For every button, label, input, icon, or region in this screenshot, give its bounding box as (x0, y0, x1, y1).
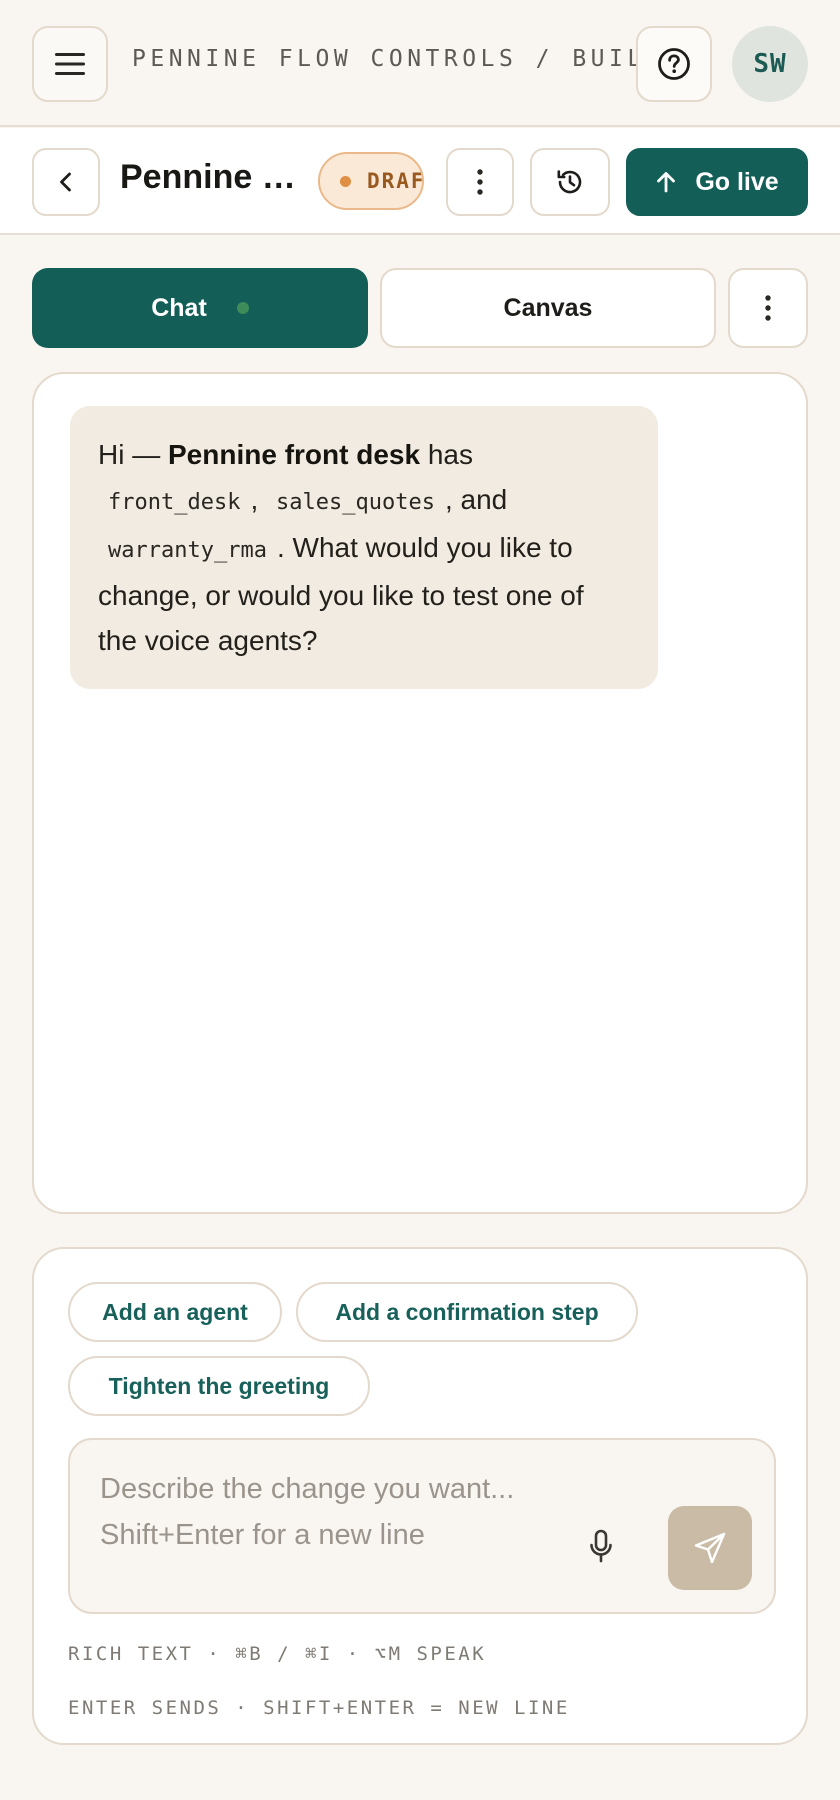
send-button[interactable] (668, 1506, 752, 1590)
active-indicator-dot (236, 302, 249, 314)
suggestion-tighten-greeting[interactable]: Tighten the greeting (68, 1356, 370, 1416)
back-button[interactable] (32, 148, 100, 216)
chat-panel[interactable]: Hi — Pennine front desk has front_desk , … (32, 372, 808, 1214)
input-placeholder: Describe the change you want... Shift+En… (100, 1466, 570, 1558)
go-live-label: Go live (695, 167, 779, 196)
tabs-more-button[interactable] (728, 268, 808, 348)
tab-canvas-label: Canvas (503, 293, 593, 322)
go-live-button[interactable]: Go live (626, 148, 808, 216)
menu-button[interactable] (32, 26, 108, 102)
message-text: has (420, 439, 473, 470)
chevron-left-icon (60, 172, 71, 192)
composer: Add an agent Add a confirmation step Tig… (32, 1247, 808, 1745)
flow-header: Pennine front desk DRAFT Go live (0, 128, 840, 235)
help-circle-icon (658, 48, 690, 80)
placeholder-line-2: Shift+Enter for a new line (100, 1519, 425, 1551)
tab-chat[interactable]: Chat (32, 268, 368, 348)
status-label: DRAFT (367, 169, 422, 193)
shortcut-hint-send: ENTER SENDS · SHIFT+ENTER = NEW LINE (68, 1697, 570, 1719)
hamburger-menu-icon (55, 53, 85, 75)
microphone-icon (590, 1529, 612, 1563)
tab-canvas[interactable]: Canvas (380, 268, 716, 348)
send-icon (694, 1532, 726, 1564)
message-text: , (250, 484, 259, 515)
top-bar: PENNINE FLOW CONTROLS / BUILD SW (0, 0, 840, 127)
flow-more-button[interactable] (446, 148, 514, 216)
avatar[interactable]: SW (732, 26, 808, 102)
assistant-message: Hi — Pennine front desk has front_desk , … (70, 406, 658, 689)
help-button[interactable] (636, 26, 712, 102)
tab-chat-label: Chat (151, 293, 207, 322)
message-input[interactable]: Describe the change you want... Shift+En… (68, 1438, 776, 1614)
voice-input-button[interactable] (576, 1522, 626, 1572)
agent-code-warranty-rma: warranty_rma (108, 538, 267, 563)
version-history-button[interactable] (530, 148, 610, 216)
status-badge: DRAFT (318, 152, 424, 210)
agent-code-front-desk: front_desk (108, 490, 241, 515)
message-text: , and (444, 484, 508, 515)
suggestion-add-agent[interactable]: Add an agent (68, 1282, 282, 1342)
arrow-up-icon (657, 172, 676, 193)
suggestion-add-confirmation-step[interactable]: Add a confirmation step (296, 1282, 638, 1342)
kebab-icon (765, 295, 771, 321)
agent-code-sales-quotes: sales_quotes (276, 490, 435, 515)
message-greeting: Hi — (98, 439, 168, 470)
history-icon (557, 170, 582, 194)
breadcrumb: PENNINE FLOW CONTROLS / BUILD (132, 46, 665, 72)
status-dot (340, 175, 351, 187)
flow-title[interactable]: Pennine front desk (120, 158, 305, 197)
kebab-icon (477, 169, 483, 195)
shortcut-hint-formatting: RICH TEXT · ⌘B / ⌘I · ⌥M SPEAK (68, 1643, 487, 1665)
message-flow-name: Pennine front desk (168, 439, 421, 470)
placeholder-line-1: Describe the change you want... (100, 1473, 515, 1505)
